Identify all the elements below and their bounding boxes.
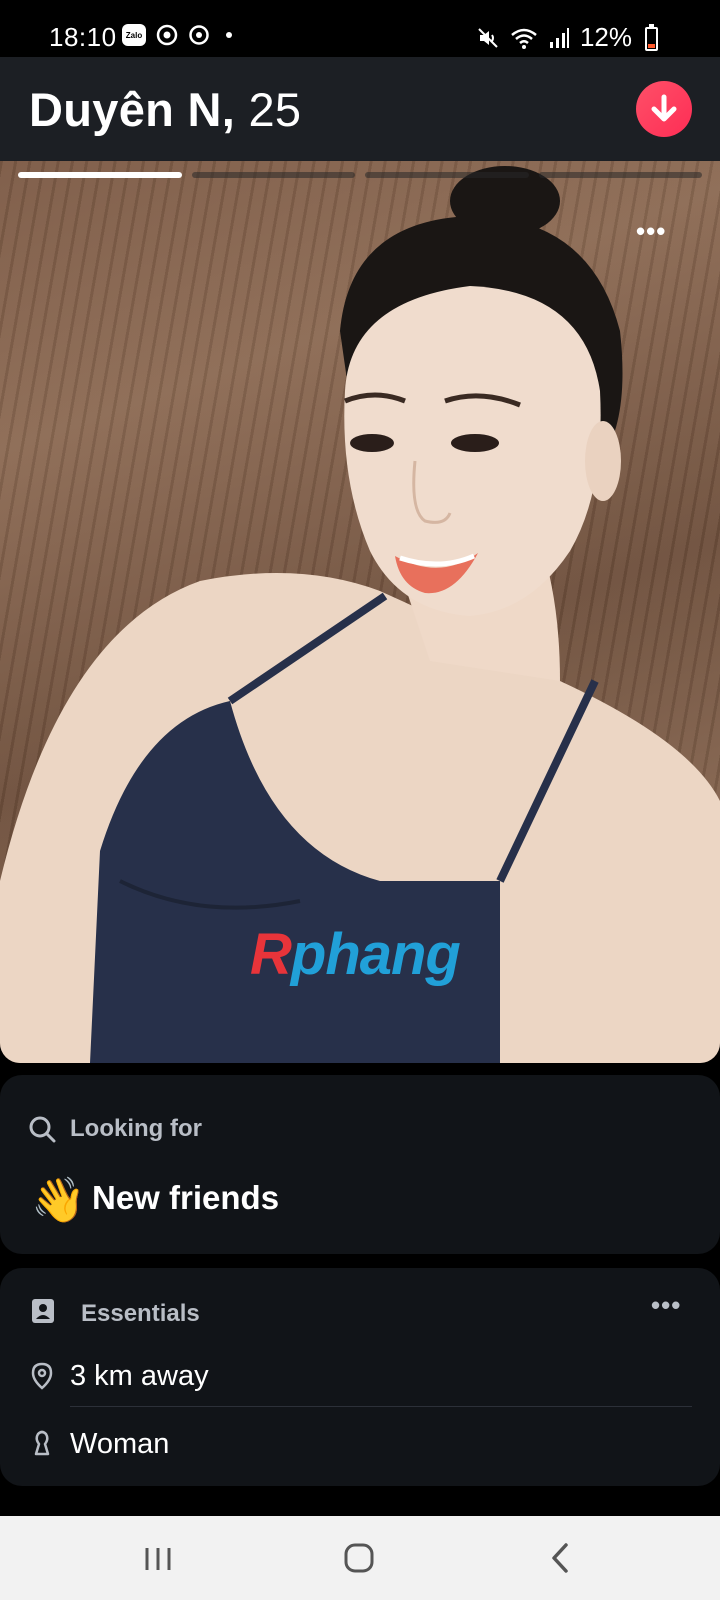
photo-more-button[interactable]: ••• <box>636 218 666 244</box>
back-icon[interactable] <box>536 1538 586 1578</box>
search-icon <box>29 1116 56 1143</box>
battery-percent: 12% <box>579 22 632 52</box>
home-icon[interactable] <box>335 1538 385 1578</box>
distance-text: 3 km away <box>70 1360 209 1392</box>
battery-icon <box>645 24 658 51</box>
gender-text: Woman <box>70 1428 170 1460</box>
watermark-logo: Rphang <box>250 922 461 987</box>
waving-hand-icon: 👋 <box>31 1176 86 1225</box>
location-pin-icon <box>31 1362 53 1390</box>
notification-icons: Zalo <box>122 24 232 46</box>
essentials-label: Essentials <box>81 1300 200 1327</box>
photo-indicator-2[interactable] <box>191 172 355 178</box>
photo-indicator-4[interactable] <box>538 172 702 178</box>
zalo-icon: Zalo <box>122 24 146 46</box>
profile-header: Duyên N, 25 <box>0 57 720 161</box>
person-icon <box>34 1430 50 1456</box>
mute-icon <box>478 27 498 48</box>
sync-icon <box>189 25 209 45</box>
looking-for-card: Looking for 👋 New friends <box>0 1075 720 1254</box>
profile-photo[interactable]: Rphang <box>0 161 720 1063</box>
photo-indicator-1[interactable] <box>18 172 182 178</box>
profile-name: Duyên N, <box>29 83 236 136</box>
divider <box>70 1406 692 1407</box>
arrow-down-icon <box>651 94 677 122</box>
status-time: 18:10 <box>49 22 117 52</box>
essentials-item-distance: 3 km away <box>0 1346 720 1410</box>
looking-for-label: Looking for <box>70 1115 202 1142</box>
essentials-item-gender: Woman <box>0 1414 720 1478</box>
chrome-icon <box>156 24 178 46</box>
wifi-icon <box>511 28 537 49</box>
profile-age: 25 <box>248 83 302 136</box>
status-bar: 18:10 Zalo 12% <box>0 0 720 57</box>
collapse-profile-button[interactable] <box>636 81 692 137</box>
dot-icon <box>226 32 232 38</box>
essentials-more-button[interactable]: ••• <box>651 1290 681 1321</box>
looking-for-value: New friends <box>92 1179 280 1216</box>
id-card-icon <box>32 1299 54 1323</box>
essentials-card: Essentials ••• 3 km away Woman <box>0 1268 720 1486</box>
system-icons: 12% <box>476 22 660 53</box>
recent-apps-icon[interactable] <box>134 1538 184 1578</box>
system-navigation-bar <box>0 1516 720 1600</box>
photo-progress-bar <box>18 172 702 178</box>
profile-name-age: Duyên N, 25 <box>29 82 301 137</box>
signal-icon <box>549 27 569 48</box>
photo-indicator-3[interactable] <box>365 172 529 178</box>
